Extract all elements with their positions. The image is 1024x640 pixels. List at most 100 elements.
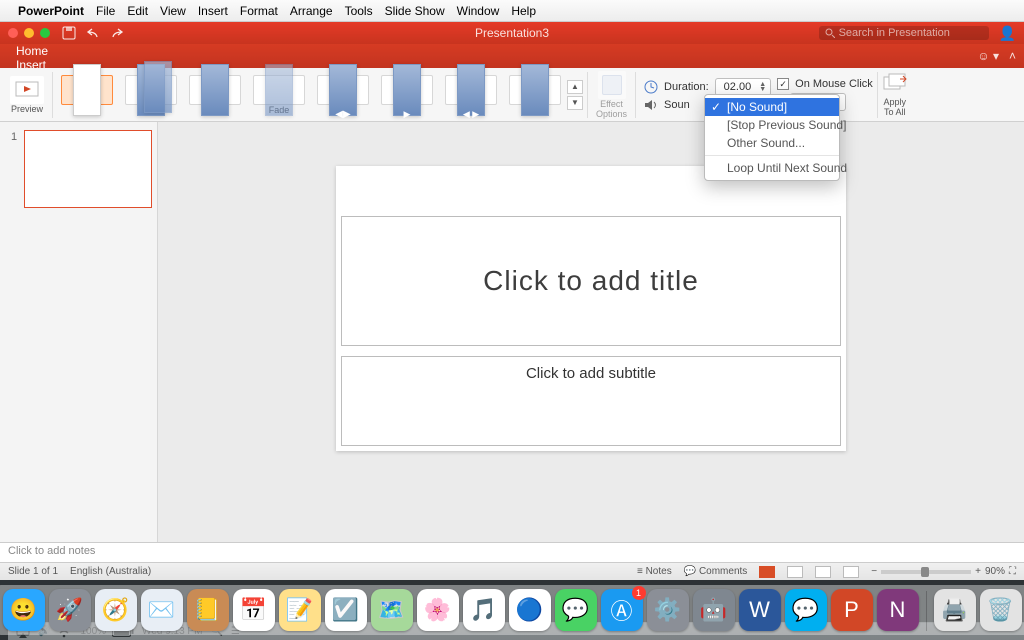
- transition-morph[interactable]: Morph: [121, 75, 181, 115]
- dock-word[interactable]: W: [739, 589, 781, 631]
- app-name[interactable]: PowerPoint: [18, 4, 84, 18]
- dock-photos[interactable]: 🌸: [417, 589, 459, 631]
- status-bar: Slide 1 of 1 English (Australia) ≡ Notes…: [0, 562, 1024, 580]
- dock-powerpoint[interactable]: P: [831, 589, 873, 631]
- effect-options-button[interactable]: Effect Options: [596, 71, 627, 119]
- speaker-icon: [644, 99, 658, 111]
- apply-label: Apply To All: [884, 97, 907, 117]
- onmouse-label: On Mouse Click: [795, 78, 873, 90]
- comments-toggle[interactable]: 💬 Comments: [684, 566, 748, 577]
- dock-finder[interactable]: 😀: [3, 589, 45, 631]
- slide-canvas[interactable]: Click to add title Click to add subtitle: [336, 166, 846, 451]
- menu-view[interactable]: View: [160, 4, 186, 18]
- titlebar: Presentation3 Search in Presentation 👤: [0, 22, 1024, 44]
- search-placeholder: Search in Presentation: [839, 27, 950, 39]
- notes-toggle[interactable]: ≡ Notes: [637, 566, 672, 577]
- menu-arrange[interactable]: Arrange: [290, 4, 333, 18]
- notes-pane[interactable]: Click to add notes: [0, 542, 1024, 562]
- transitions-gallery[interactable]: NoneMorphCutFade◀▶Push▶Wipe◀ ▶SplitRevea…: [57, 75, 565, 115]
- sound-opt-loop[interactable]: Loop Until Next Sound: [705, 159, 839, 177]
- transition-cut[interactable]: Cut: [185, 75, 245, 115]
- duration-label: Duration:: [664, 81, 709, 93]
- minimize-window[interactable]: [24, 28, 34, 38]
- slide-number: 1: [11, 131, 17, 143]
- sound-dropdown[interactable]: [No Sound] [Stop Previous Sound] Other S…: [704, 94, 840, 181]
- preview-label: Preview: [11, 104, 43, 114]
- fit-to-window-icon[interactable]: ⛶: [1009, 566, 1016, 577]
- dock-safari[interactable]: 🧭: [95, 589, 137, 631]
- dock-trash[interactable]: 🗑️: [980, 589, 1022, 631]
- dock-onenote[interactable]: N: [877, 589, 919, 631]
- document-title: Presentation3: [475, 26, 549, 40]
- dock-printer[interactable]: 🖨️: [934, 589, 976, 631]
- dock-sysprefs[interactable]: ⚙️: [647, 589, 689, 631]
- zoom-control[interactable]: − + 90% ⛶: [871, 566, 1016, 577]
- smiley-icon[interactable]: ☺ ▾: [977, 49, 999, 63]
- fullscreen-window[interactable]: [40, 28, 50, 38]
- slide-thumb-1[interactable]: 1: [24, 130, 152, 208]
- slide-stage[interactable]: Click to add title Click to add subtitle: [158, 122, 1024, 542]
- slideshow-view-btn[interactable]: [843, 566, 859, 578]
- menu-window[interactable]: Window: [457, 4, 500, 18]
- close-window[interactable]: [8, 28, 18, 38]
- onmouse-checkbox[interactable]: ✓: [777, 78, 789, 90]
- dock-launchpad[interactable]: 🚀: [49, 589, 91, 631]
- ribbon: Preview NoneMorphCutFade◀▶Push▶Wipe◀ ▶Sp…: [0, 68, 1024, 122]
- menu-slide-show[interactable]: Slide Show: [385, 4, 445, 18]
- share-icon[interactable]: 👤: [999, 25, 1016, 42]
- normal-view-btn[interactable]: [759, 566, 775, 578]
- zoom-value: 90%: [985, 566, 1005, 577]
- menu-edit[interactable]: Edit: [127, 4, 148, 18]
- preview-button[interactable]: Preview: [10, 76, 44, 114]
- menu-file[interactable]: File: [96, 4, 115, 18]
- transition-push[interactable]: ◀▶Push: [313, 75, 373, 115]
- menu-format[interactable]: Format: [240, 4, 278, 18]
- mac-menubar: PowerPoint File Edit View Insert Format Arran…: [0, 0, 1024, 22]
- transition-fade[interactable]: Fade: [249, 75, 309, 115]
- reading-view-btn[interactable]: [815, 566, 831, 578]
- dock-reminders[interactable]: ☑️: [325, 589, 367, 631]
- sound-opt-stop[interactable]: [Stop Previous Sound]: [705, 116, 839, 134]
- sorter-view-btn[interactable]: [787, 566, 803, 578]
- dock-mail[interactable]: ✉️: [141, 589, 183, 631]
- undo-icon[interactable]: [86, 27, 100, 39]
- menu-insert[interactable]: Insert: [198, 4, 228, 18]
- transition-none[interactable]: None: [57, 75, 117, 115]
- dock: 😀🚀🧭✉️📒📅📝☑️🗺️🌸🎵🔵💬Ⓐ1⚙️🤖W💬PN🖨️🗑️: [0, 580, 1024, 640]
- tab-home[interactable]: Home: [4, 44, 88, 58]
- gallery-scroll[interactable]: ▲▼: [567, 75, 583, 115]
- clock-icon: [644, 80, 658, 94]
- title-placeholder[interactable]: Click to add title: [341, 216, 841, 346]
- dock-messages[interactable]: 💬: [555, 589, 597, 631]
- sound-opt-other[interactable]: Other Sound...: [705, 134, 839, 152]
- menu-help[interactable]: Help: [511, 4, 536, 18]
- redo-icon[interactable]: [110, 27, 124, 39]
- slide-thumbnails[interactable]: 1: [0, 122, 158, 542]
- dock-appstore[interactable]: Ⓐ1: [601, 589, 643, 631]
- menu-tools[interactable]: Tools: [345, 4, 373, 18]
- powerpoint-window: Presentation3 Search in Presentation 👤 H…: [0, 22, 1024, 580]
- dock-automator[interactable]: 🤖: [693, 589, 735, 631]
- language-status[interactable]: English (Australia): [70, 566, 151, 577]
- transition-reveal[interactable]: Reveal: [505, 75, 565, 115]
- dock-skype[interactable]: 💬: [785, 589, 827, 631]
- dock-itunes[interactable]: 🎵: [463, 589, 505, 631]
- workspace: 1 Click to add title Click to add subtit…: [0, 122, 1024, 542]
- slide-position: Slide 1 of 1: [8, 566, 58, 577]
- save-icon[interactable]: [62, 26, 76, 40]
- effect-options-label: Effect Options: [596, 99, 627, 119]
- transition-wipe[interactable]: ▶Wipe: [377, 75, 437, 115]
- transition-split[interactable]: ◀ ▶Split: [441, 75, 501, 115]
- subtitle-placeholder[interactable]: Click to add subtitle: [341, 356, 841, 446]
- sound-opt-nosound[interactable]: [No Sound]: [705, 98, 839, 116]
- collapse-ribbon-icon[interactable]: ˄: [1009, 49, 1016, 63]
- apply-to-all-button[interactable]: Apply To All: [882, 73, 908, 117]
- dock-notes[interactable]: 📝: [279, 589, 321, 631]
- dock-calendar[interactable]: 📅: [233, 589, 275, 631]
- dock-contacts[interactable]: 📒: [187, 589, 229, 631]
- dock-inner: 😀🚀🧭✉️📒📅📝☑️🗺️🌸🎵🔵💬Ⓐ1⚙️🤖W💬PN🖨️🗑️: [0, 585, 1024, 635]
- sound-label: Soun: [664, 99, 690, 111]
- dock-chrome[interactable]: 🔵: [509, 589, 551, 631]
- dock-maps[interactable]: 🗺️: [371, 589, 413, 631]
- search-field[interactable]: Search in Presentation: [819, 26, 989, 40]
